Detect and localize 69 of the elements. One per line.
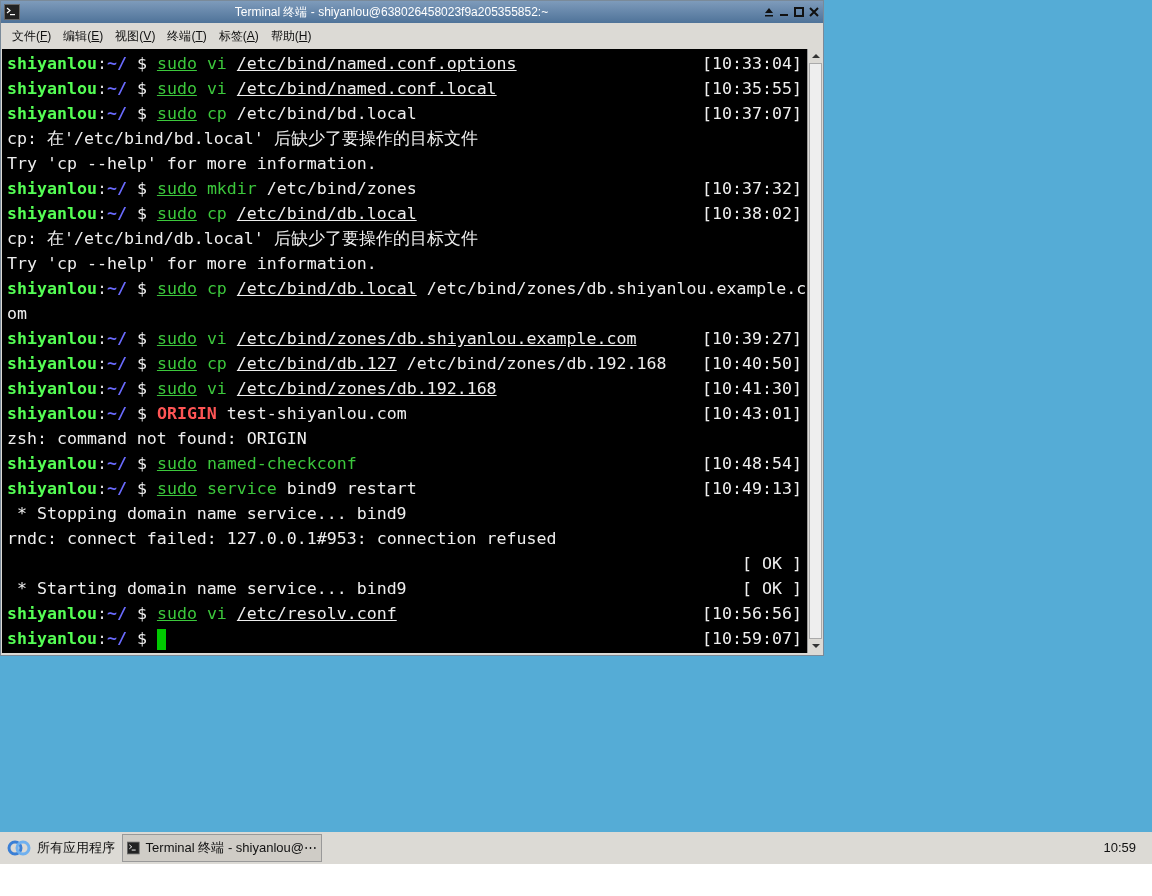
shell-prompt: shiyanlou:~/ $ (7, 403, 148, 426)
timestamp: [10:35:55] (702, 78, 802, 101)
output-text: om (7, 303, 27, 326)
shell-prompt: shiyanlou:~/ $ (7, 278, 148, 301)
output-text: rndc: connect failed: 127.0.0.1#953: connection refused (7, 528, 557, 551)
command-text: sudo cp /etc/bind/bd.local (156, 103, 417, 126)
shell-prompt: shiyanlou:~/ $ (7, 328, 148, 351)
shell-prompt: shiyanlou:~/ $ (7, 378, 148, 401)
shell-prompt: shiyanlou:~/ $ (7, 203, 148, 226)
shell-prompt: shiyanlou:~/ $ (7, 603, 148, 626)
command-text: sudo cp /etc/bind/db.local /etc/bind/zones/db.shiyanlou.example.c (156, 278, 807, 301)
menu-item[interactable]: 视图(V) (110, 27, 161, 45)
timestamp: [10:40:50] (702, 353, 802, 376)
terminal-icon (4, 4, 20, 20)
task-button[interactable]: Terminal 终端 - shiyanlou@⋯ (122, 834, 322, 862)
command-text: sudo vi /etc/resolv.conf (156, 603, 397, 626)
close-icon[interactable] (808, 6, 820, 18)
status-text: [ OK ] (742, 578, 802, 601)
shell-prompt: shiyanlou:~/ $ (7, 178, 148, 201)
timestamp: [10:59:07] (702, 628, 802, 651)
timestamp: [10:37:07] (702, 103, 802, 126)
window-title: Terminal 终端 - shiyanlou@638026458023f9a205355852:~ (234, 4, 549, 21)
shell-prompt: shiyanlou:~/ $ (7, 103, 148, 126)
command-text: sudo mkdir /etc/bind/zones (156, 178, 417, 201)
command-text: sudo vi /etc/bind/named.conf.local (156, 78, 497, 101)
output-text: * Stopping domain name service... bind9 (16, 503, 407, 526)
terminal-icon (127, 841, 140, 855)
timestamp: [10:37:32] (702, 178, 802, 201)
shell-prompt: shiyanlou:~/ $ (7, 453, 148, 476)
timestamp: [10:41:30] (702, 378, 802, 401)
output-text: Try 'cp --help' for more information. (7, 253, 377, 276)
menu-item[interactable]: 帮助(H) (265, 27, 317, 45)
command-text: sudo named-checkconf (156, 453, 357, 476)
rings-icon (7, 840, 31, 856)
command-text: sudo cp /etc/bind/db.local (156, 203, 417, 226)
output-text: cp: 在'/etc/bind/db.local' 后缺少了要操作的目标文件 (7, 228, 478, 251)
output-text: * Starting domain name service... bind9 (16, 578, 407, 601)
timestamp: [10:48:54] (702, 453, 802, 476)
scrollbar[interactable] (807, 49, 823, 653)
output-text: cp: 在'/etc/bind/bd.local' 后缺少了要操作的目标文件 (7, 128, 478, 151)
command-text: ORIGIN test-shiyanlou.com (156, 403, 407, 426)
menu-item[interactable]: 终端(T) (162, 27, 212, 45)
maximize-icon[interactable] (793, 6, 805, 18)
timestamp: [10:49:13] (702, 478, 802, 501)
shell-prompt: shiyanlou:~/ $ (7, 53, 148, 76)
clock: 10:59 (1103, 839, 1136, 858)
shade-icon[interactable] (763, 6, 775, 18)
command-text: sudo cp /etc/bind/db.127 /etc/bind/zones/db.192.168 (156, 353, 667, 376)
menu-item[interactable]: 标签(A) (213, 27, 264, 45)
shell-prompt: shiyanlou:~/ $ (7, 478, 148, 501)
shell-prompt: shiyanlou:~/ $ (7, 353, 148, 376)
timestamp: [10:56:56] (702, 603, 802, 626)
menu-item[interactable]: 编辑(E) (58, 27, 109, 45)
shell-prompt: shiyanlou:~/ $ (7, 628, 148, 651)
command-text: sudo vi /etc/bind/named.conf.options (156, 53, 517, 76)
cursor (156, 629, 166, 650)
shell-prompt: shiyanlou:~/ $ (7, 78, 148, 101)
timestamp: [10:43:01] (702, 403, 802, 426)
timestamp: [10:33:04] (702, 53, 802, 76)
menu-item[interactable]: 文件(F) (7, 27, 57, 45)
output-text: Try 'cp --help' for more information. (7, 153, 377, 176)
timestamp: [10:39:27] (702, 328, 802, 351)
command-text: sudo vi /etc/bind/zones/db.shiyanlou.example.com (156, 328, 637, 351)
status-text: [ OK ] (742, 553, 802, 576)
command-text: sudo vi /etc/bind/zones/db.192.168 (156, 378, 497, 401)
apps-menu-button[interactable]: 所有应用程序 (4, 834, 118, 862)
command-text: sudo service bind9 restart (156, 478, 417, 501)
timestamp: [10:38:02] (702, 203, 802, 226)
output-text: zsh: command not found: ORIGIN (7, 428, 307, 451)
